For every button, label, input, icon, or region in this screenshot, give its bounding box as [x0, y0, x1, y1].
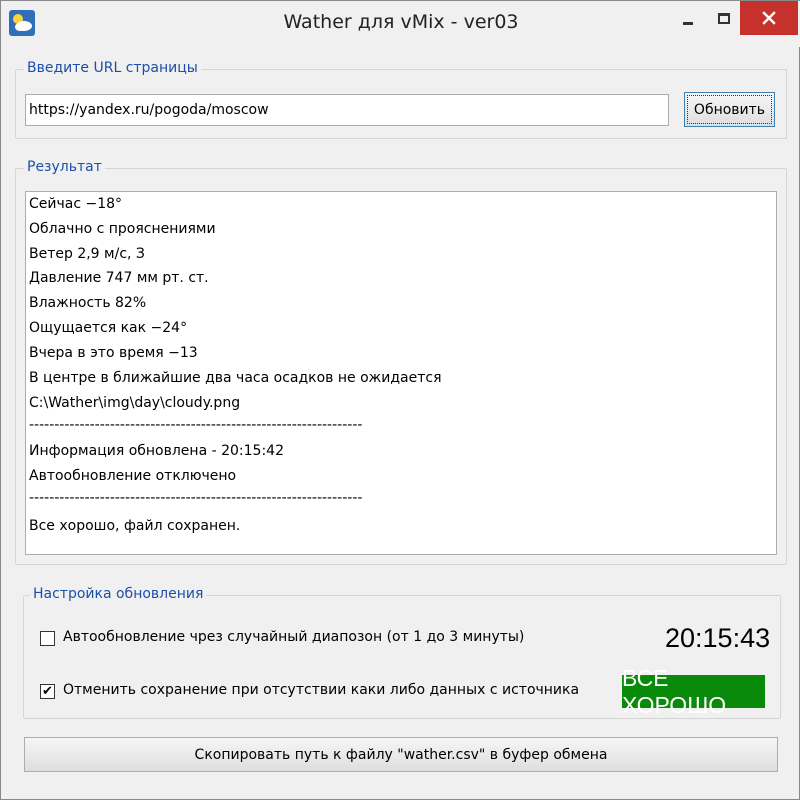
refresh-button[interactable]: Обновить — [684, 92, 775, 127]
clock-display: 20:15:43 — [665, 623, 771, 653]
url-group-label: Введите URL страницы — [24, 60, 201, 76]
result-line: C:\Wather\img\day\cloudy.png — [29, 395, 241, 411]
close-icon — [762, 11, 776, 25]
auto-update-checkbox[interactable] — [40, 631, 55, 646]
auto-update-label[interactable]: Автообновление чрез случайный диапозон (… — [63, 629, 524, 645]
title-bar[interactable]: Wather для vMix - ver03 — [1, 1, 800, 47]
divider-line: ----------------------------------------… — [29, 417, 363, 433]
check-mark-icon: ✔ — [42, 684, 53, 699]
result-line: Влажность 82% — [29, 295, 147, 311]
minimize-icon — [683, 21, 693, 25]
url-input[interactable] — [25, 94, 669, 126]
result-line: В центре в ближайшие два часа осадков не… — [29, 370, 442, 386]
close-button[interactable] — [740, 1, 798, 35]
maximize-icon — [718, 12, 730, 24]
result-line: Информация обновлена - 20:15:42 — [29, 443, 284, 459]
cancel-save-label[interactable]: Отменить сохранение при отсутствии каки … — [63, 682, 579, 698]
divider-line: ----------------------------------------… — [29, 490, 363, 506]
status-badge: ВСЕ ХОРОШО — [622, 665, 765, 718]
result-line: Облачно с прояснениями — [29, 221, 216, 237]
result-line: Давление 747 мм рт. ст. — [29, 270, 209, 286]
result-line: Сейчас −18° — [29, 196, 123, 212]
settings-group-label: Настройка обновления — [30, 586, 207, 602]
result-group-label: Результат — [24, 159, 105, 175]
minimize-button[interactable] — [668, 1, 708, 35]
app-window: Wather для vMix - ver03 Введите URL стра… — [0, 0, 800, 800]
result-line: Все хорошо, файл сохранен. — [29, 518, 241, 534]
copy-path-button[interactable]: Скопировать путь к файлу "wather.csv" в … — [24, 737, 778, 772]
result-line: Вчера в это время −13 — [29, 345, 198, 361]
result-line: Автообновление отключено — [29, 468, 237, 484]
cancel-save-checkbox[interactable]: ✔ — [40, 684, 55, 699]
result-line: Ощущается как −24° — [29, 320, 188, 336]
result-line: Ветер 2,9 м/с, З — [29, 246, 145, 262]
maximize-button[interactable] — [708, 1, 740, 35]
result-text-area[interactable]: Сейчас −18° Облачно с прояснениями Ветер… — [25, 191, 777, 555]
